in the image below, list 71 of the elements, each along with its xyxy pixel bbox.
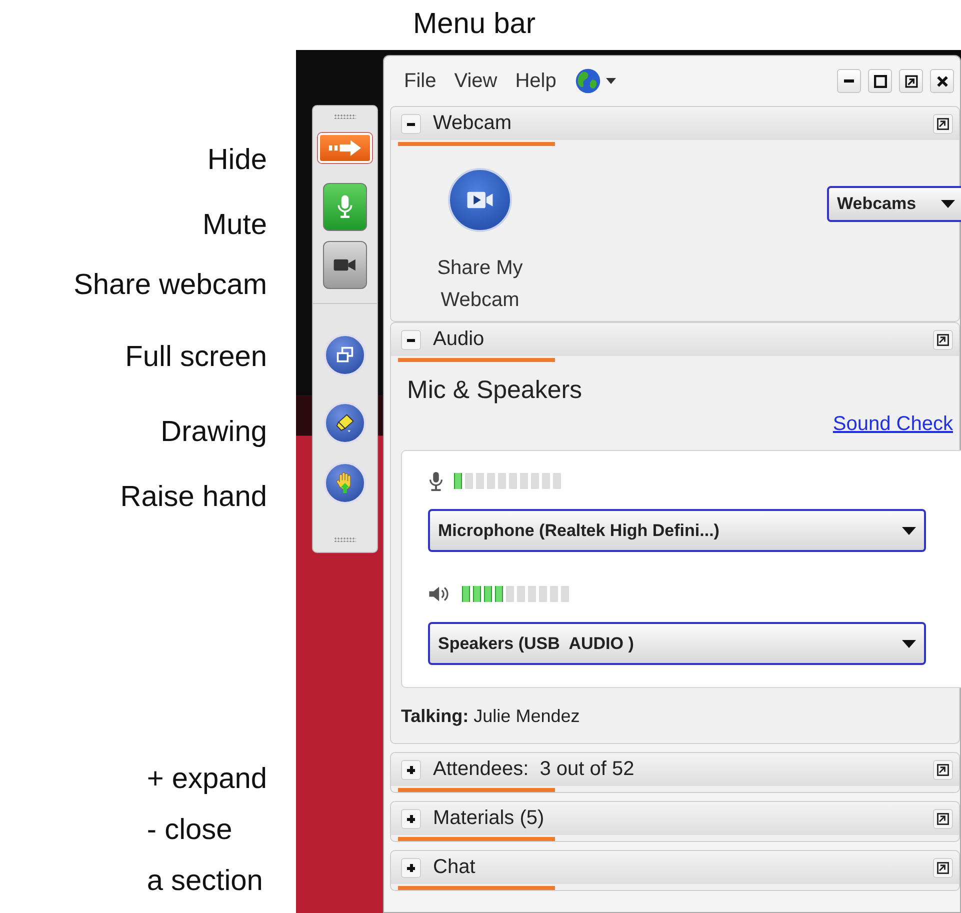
share-webcam-button[interactable]: Share My Webcam [415,168,545,321]
collapse-button[interactable] [401,330,421,350]
grip-handle[interactable] [334,114,356,119]
talking-status: Talking: Julie Mendez [401,706,581,728]
menu-item[interactable]: Help [515,70,556,92]
video-camera-icon [466,190,494,210]
pop-out-button[interactable] [933,330,953,350]
webcam-button[interactable] [323,241,367,289]
section-header[interactable]: Audio [391,323,959,356]
highlighter-icon [334,412,356,434]
annotation-label: Menu bar [412,7,537,42]
pop-out-icon [936,812,950,826]
close-icon [936,76,948,86]
collapse-button[interactable] [401,114,421,134]
section-title: Audio [433,328,484,351]
section-header[interactable]: Attendees: 3 out of 52 [391,753,959,786]
restore-button[interactable] [899,69,923,93]
minimize-button[interactable] [837,69,861,93]
grip-handle[interactable] [334,537,356,542]
close-button[interactable] [930,69,954,93]
pop-out-button[interactable] [933,808,953,828]
pop-out-button[interactable] [933,858,953,878]
arrow-icon [327,139,363,157]
video-camera-icon [333,257,357,273]
menu-item[interactable]: File [404,70,436,92]
pop-out-icon [936,860,950,874]
annotation-label: + expand [146,762,267,797]
pop-out-button[interactable] [933,114,953,134]
maximize-button[interactable] [868,69,892,93]
annotation-label: a section [146,864,263,899]
section-title: Materials (5) [433,807,544,830]
annotation-label: Full screen [125,340,267,374]
minimize-icon [844,79,854,83]
section-header[interactable]: Chat [391,851,959,884]
restore-icon [904,74,918,88]
expand-button[interactable] [401,858,421,878]
audio-heading: Mic & Speakers [407,376,584,405]
section-title: Chat [433,856,476,879]
menu-item[interactable]: View [454,70,498,92]
annotation-label: Drawing [160,415,267,449]
pop-out-icon [936,116,950,130]
hide-button[interactable] [318,133,372,163]
windows-icon [336,346,354,364]
device-dropdown[interactable]: Microphone (Realtek High Defini...) [428,509,926,552]
device-dropdown[interactable]: Speakers (USB AUDIO ) [428,622,926,665]
expand-button[interactable] [401,760,421,780]
annotation-label: Mute [202,208,267,242]
annotation-label: Raise hand [120,480,267,514]
caret-icon [606,78,616,84]
pop-out-icon [936,762,950,776]
full-screen-button[interactable] [324,334,366,376]
pop-out-button[interactable] [933,760,953,780]
annotation-label: - close [146,813,232,848]
annotation-label: Hide [207,143,267,177]
microphone-icon [336,194,354,220]
pop-out-icon [936,332,950,346]
section-header[interactable]: Materials (5) [391,802,959,835]
mute-button[interactable] [323,183,367,231]
annotation-label: Share webcam [74,268,267,302]
raise-hand-button[interactable] [324,462,366,504]
language-button[interactable] [574,67,616,95]
expand-button[interactable] [401,808,421,828]
webcams-dropdown[interactable]: Webcams [827,186,961,222]
maximize-icon [874,74,886,88]
section-header[interactable]: Webcam [391,107,959,140]
sound-check-link[interactable]: Sound Check [832,413,953,436]
microphone-icon [428,470,444,492]
drawing-button[interactable] [324,402,366,444]
section-title: Attendees: 3 out of 52 [433,758,634,781]
section-title: Webcam [433,112,512,135]
globe-icon [574,67,602,95]
